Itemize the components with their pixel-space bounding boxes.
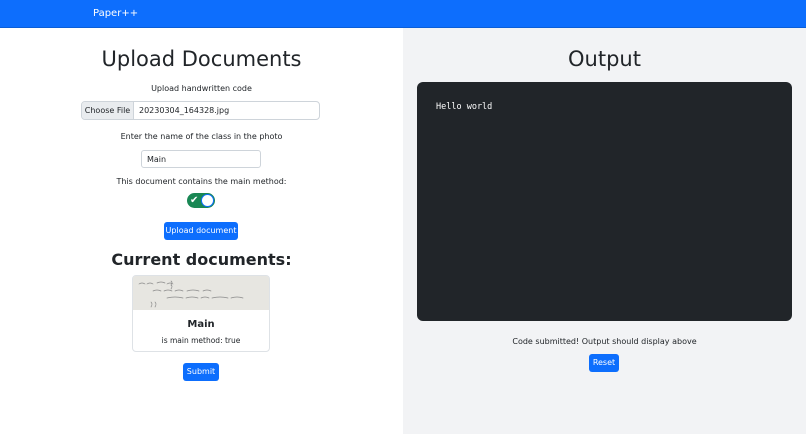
handwritten-code-image xyxy=(133,276,269,310)
file-label: Upload handwritten code xyxy=(151,84,252,93)
check-icon: ✔ xyxy=(190,195,199,206)
upload-document-button[interactable]: Upload document xyxy=(164,222,238,240)
console-output-text: Hello world xyxy=(436,102,493,112)
top-navbar: Paper++ xyxy=(0,0,806,28)
class-name-input[interactable] xyxy=(141,150,261,168)
main-method-label: This document contains the main method: xyxy=(116,177,287,186)
selected-file-name: 20230304_164328.jpg xyxy=(139,106,230,115)
output-console: Hello world xyxy=(417,82,792,321)
upload-panel: Upload Documents Upload handwritten code… xyxy=(0,28,403,434)
document-thumbnail xyxy=(133,276,269,310)
main-method-toggle[interactable]: ✔ xyxy=(187,193,215,208)
current-documents-title: Current documents: xyxy=(111,250,292,269)
upload-title: Upload Documents xyxy=(101,47,302,71)
choose-file-button[interactable]: Choose File xyxy=(82,102,134,119)
status-message: Code submitted! Output should display ab… xyxy=(512,337,697,346)
toggle-knob xyxy=(201,194,214,207)
file-input[interactable]: Choose File 20230304_164328.jpg xyxy=(81,101,320,120)
output-panel: Output Hello world Code submitted! Outpu… xyxy=(403,28,806,434)
submit-button[interactable]: Submit xyxy=(183,363,219,381)
reset-button[interactable]: Reset xyxy=(589,354,619,372)
output-title: Output xyxy=(568,47,641,71)
document-main-method: is main method: true xyxy=(161,336,241,345)
class-name-label: Enter the name of the class in the photo xyxy=(120,132,283,141)
brand-link[interactable]: Paper++ xyxy=(93,8,138,19)
document-card: Main is main method: true xyxy=(132,275,270,352)
document-title: Main xyxy=(187,319,215,330)
